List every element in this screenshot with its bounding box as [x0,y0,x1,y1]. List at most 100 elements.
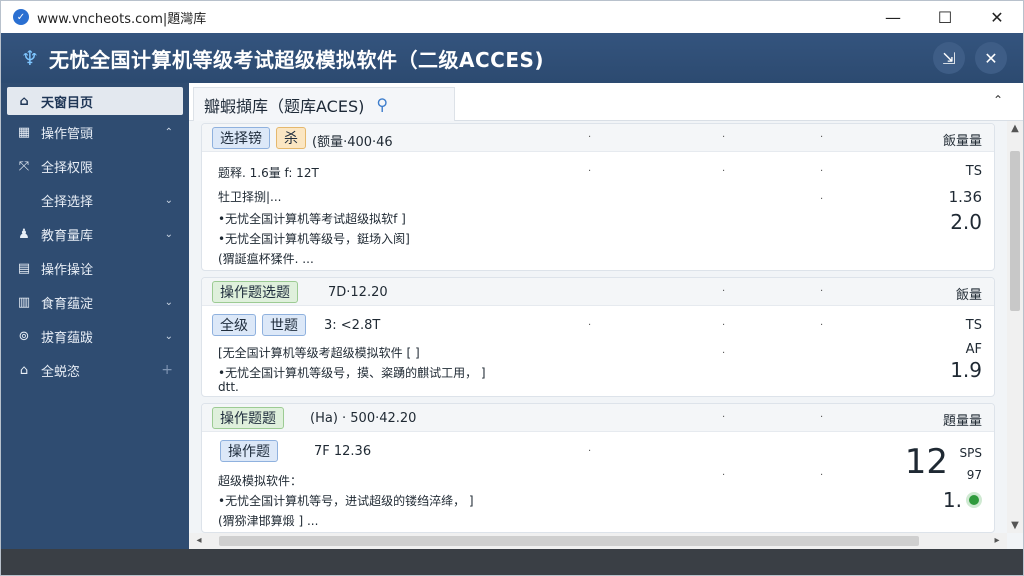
tag-operation-question[interactable]: 操作题 [220,440,278,462]
card-count-label: 飯量 [955,288,982,303]
tag-level[interactable]: 全级 [212,314,256,336]
scroll-thumb[interactable] [219,536,919,546]
vertical-scrollbar[interactable]: ▲ ▼ [1007,121,1023,533]
separator-dot: · [820,320,824,331]
card-value: 12 [904,442,948,482]
window-controls: — ☐ ✕ [867,1,1023,33]
sidebar-item-label: 全择权限 [41,160,94,176]
separator-dot: · [820,166,824,177]
share-icon: ⤧ [18,158,30,174]
tag-choice[interactable]: 选择镑 [212,127,270,149]
separator-dot: · [820,470,824,481]
card-value: SPS [959,446,982,460]
card-meta: 7D·12.20 [328,285,388,300]
export-icon: ⇲ [942,48,956,68]
separator-dot: · [588,446,592,457]
sidebar-item-bank[interactable]: ♟ 教育量库 ⌄ [1,217,189,251]
sidebar-item-select[interactable]: 全择选择 ⌄ [1,183,189,217]
card-value: 1.9 [950,358,982,382]
main-content: 瓣蝦擷库（题库ACES) ⚲ ⌃ 选择镑 杀 (额量·400·46 · · · … [189,83,1023,549]
shuffle-button[interactable]: ✕ [975,42,1007,74]
sidebar-item-label: 全择选择 [41,194,94,210]
sidebar-item-home[interactable]: ⌂ 天窗目页 [7,87,183,115]
scroll-right-icon[interactable]: ▸ [989,535,1005,546]
scroll-thumb[interactable] [1010,151,1020,311]
tag-extra[interactable]: 杀 [276,127,306,149]
location-icon: ⊚ [18,328,30,344]
question-card[interactable]: 操作题选题 7D·12.20 · · 飯量 全级 世题 3: <2.8T · ·… [201,277,995,397]
separator-dot: · [820,194,824,205]
separator-dot: · [722,348,726,359]
scroll-up-icon[interactable]: ▲ [1007,123,1023,134]
plus-icon[interactable]: + [161,362,173,378]
check-shield-icon: ✓ [13,9,29,25]
app-window: ✓ www.vncheots.com|題灣库 — ☐ ✕ ♆ 无忧全国计算机等级… [0,0,1024,576]
tab-question-bank[interactable]: 瓣蝦擷库（题库ACES) ⚲ [193,87,455,121]
separator-dot: · [722,412,726,423]
card-meta: (额量·400·46 [312,135,393,150]
app-title: 无忧全国计算机等级考试超级模拟软件（二级ACCES) [49,47,545,72]
separator-dot: · [722,166,726,177]
sidebar-item-practice[interactable]: ▤ 操作操诠 [1,251,189,285]
sidebar-item-label: 食育蕴淀 [41,296,94,312]
card-line: (猬誕瘟杯猱件. ... [218,252,314,266]
app-header: ♆ 无忧全国计算机等级考试超级模拟软件（二级ACCES) ⇲ ✕ [1,33,1023,83]
chevron-down-icon: ⌄ [164,330,173,342]
card-meta: 3: <2.8T [324,318,381,333]
chevron-down-icon: ⌄ [164,228,173,240]
separator-dot: · [722,320,726,331]
sidebar-item-location[interactable]: ⊚ 拔育蕴跋 ⌄ [1,319,189,353]
pin-icon[interactable]: ⚲ [376,95,388,114]
tab-bar: 瓣蝦擷库（题库ACES) ⚲ ⌃ [189,83,1023,121]
separator-dot: · [722,470,726,481]
card-value: AF [965,342,982,357]
sidebar-item-food[interactable]: ▥ 食育蕴淀 ⌄ [1,285,189,319]
card-line: [无全国计算机等级考超级模拟软件 [ ] [218,346,420,360]
separator-dot: · [820,132,824,143]
scroll-left-icon[interactable]: ◂ [191,535,207,546]
card-line: 超级模拟软件： [218,474,303,488]
chevron-down-icon: ⌄ [164,194,173,206]
card-line: 牡卫择捌|... [218,190,282,204]
question-card[interactable]: 操作题题 (Ha) · 500·42.20 · · 題量量 操作题 7F 12.… [201,403,995,533]
chevron-down-icon: ⌄ [164,296,173,308]
question-card[interactable]: 选择镑 杀 (额量·400·46 · · · 飯量量 题释. 1.6量 f: 1… [201,123,995,271]
card-line: dtt. [218,380,239,394]
os-titlebar: ✓ www.vncheots.com|題灣库 — ☐ ✕ [1,1,1023,33]
horizontal-scrollbar[interactable]: ◂ ▸ [189,533,1007,549]
document-icon: ▤ [17,260,31,276]
separator-dot: · [588,320,592,331]
home-icon: ⌂ [19,93,29,109]
sidebar-item-label: 操作操诠 [41,262,94,278]
separator-dot: · [820,412,824,423]
sidebar-item-label: 教育量库 [41,228,94,244]
close-button[interactable]: ✕ [971,1,1023,33]
tag-operation[interactable]: 操作题题 [212,407,284,429]
tab-label: 瓣蝦擷库（题库ACES) [204,96,365,116]
chevron-up-icon[interactable]: ⌃ [993,93,1003,107]
card-value: 2.0 [950,210,982,234]
sidebar-item-permissions[interactable]: ⤧ 全择权限 [1,149,189,183]
separator-dot: · [588,132,592,143]
card-value: 1. [942,488,962,512]
minimize-button[interactable]: — [867,1,919,33]
grid-icon: ▦ [17,124,31,140]
export-button[interactable]: ⇲ [933,42,965,74]
card-value: TS [965,318,982,333]
tag-operation[interactable]: 操作题选题 [212,281,298,303]
shuffle-icon: ✕ [984,48,998,68]
home-outline-icon: ⌂ [19,362,29,378]
status-check-icon [966,492,982,508]
sidebar-item-all[interactable]: ⌂ 全蜕恣 + [1,353,189,387]
scroll-down-icon[interactable]: ▼ [1007,520,1023,531]
separator-dot: · [722,286,726,297]
sidebar-item-operations[interactable]: ▦ 操作管頭 ⌃ [1,115,189,149]
card-line: (猬猕津邯算煅 ] ... [218,514,319,528]
sidebar-item-label: 操作管頭 [41,126,94,142]
card-line: •无忧全国计算机等级号，摸、粢踴的麒试工用， ] [218,366,486,380]
card-line: •无忧全国计算机等考试超级拟软f ] [218,212,406,226]
tag-topic[interactable]: 世题 [262,314,306,336]
card-count-label: 題量量 [942,414,982,429]
maximize-button[interactable]: ☐ [919,1,971,33]
sidebar-item-label: 天窗目页 [41,95,94,111]
